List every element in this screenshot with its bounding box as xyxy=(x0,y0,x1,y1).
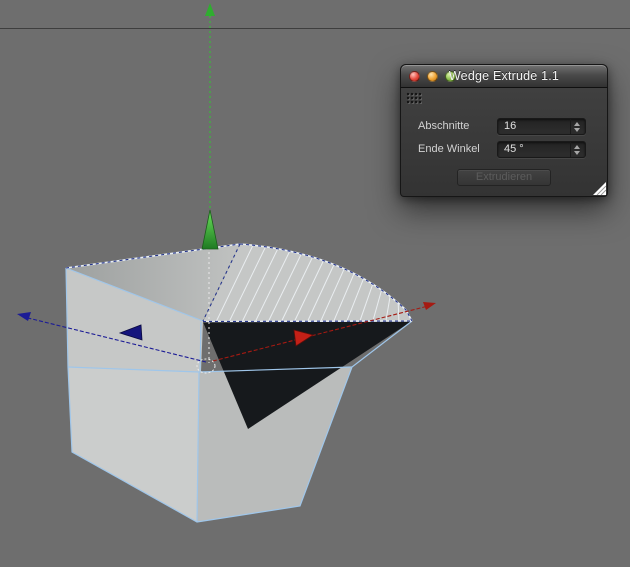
z-axis-arrow-icon xyxy=(17,312,31,321)
zoom-icon[interactable] xyxy=(445,70,456,82)
abschnitte-label: Abschnitte xyxy=(418,120,470,132)
stepper-up-icon[interactable] xyxy=(574,121,580,126)
x-axis-arrow-icon xyxy=(423,302,436,310)
close-icon[interactable] xyxy=(409,70,420,82)
wedge-extrude-dialog: Wedge Extrude 1.1 Abschnitte 16 Ende Win… xyxy=(400,64,608,197)
application-window: Wedge Extrude 1.1 Abschnitte 16 Ende Win… xyxy=(0,0,630,567)
ende-winkel-stepper[interactable] xyxy=(570,142,583,157)
resize-grip[interactable] xyxy=(593,182,606,195)
y-axis-top-arrow-icon xyxy=(205,3,215,16)
abschnitte-field[interactable]: 16 xyxy=(497,118,586,135)
ende-winkel-field[interactable]: 45 ° xyxy=(497,141,586,158)
lower-cube-front-face[interactable] xyxy=(68,367,199,522)
y-axis-cone-icon[interactable] xyxy=(201,209,219,250)
ende-winkel-value: 45 ° xyxy=(504,143,524,155)
extrudieren-button[interactable]: Extrudieren xyxy=(457,169,551,186)
ende-winkel-label: Ende Winkel xyxy=(418,143,480,155)
model-mesh[interactable] xyxy=(65,243,413,523)
minimize-icon[interactable] xyxy=(427,70,438,82)
abschnitte-value: 16 xyxy=(504,120,517,132)
stepper-up-icon[interactable] xyxy=(574,144,580,149)
stepper-down-icon[interactable] xyxy=(574,127,580,132)
dialog-titlebar[interactable]: Wedge Extrude 1.1 xyxy=(400,64,608,88)
dialog-body: Abschnitte 16 Ende Winkel 45 ° Extrudier… xyxy=(400,88,608,197)
stepper-down-icon[interactable] xyxy=(574,150,580,155)
palette-grip-icon[interactable] xyxy=(406,92,422,104)
abschnitte-stepper[interactable] xyxy=(570,119,583,134)
